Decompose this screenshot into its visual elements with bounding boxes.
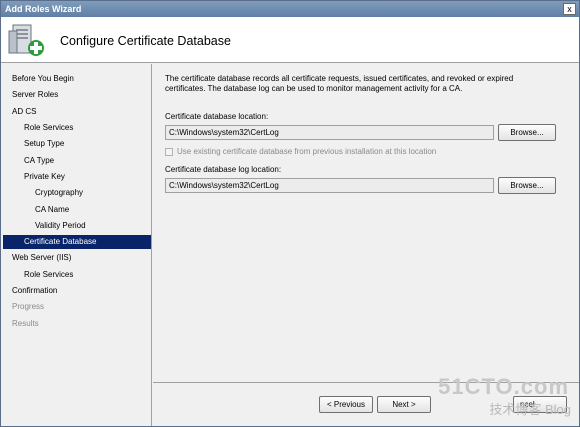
step-role-services[interactable]: Role Services (24, 121, 73, 135)
step-setup-type[interactable]: Setup Type (24, 137, 64, 151)
wizard-header: Configure Certificate Database (1, 17, 579, 63)
step-cryptography[interactable]: Cryptography (35, 186, 83, 200)
step-ca-type[interactable]: CA Type (24, 154, 54, 168)
db-location-field[interactable]: C:\Windows\system32\CertLog (165, 125, 494, 140)
window-title: Add Roles Wizard (5, 4, 82, 14)
close-button[interactable]: x (563, 3, 576, 15)
use-existing-db-checkbox (165, 148, 173, 156)
browse-log-location-button[interactable]: Browse... (498, 177, 556, 194)
step-iis-role-services[interactable]: Role Services (24, 268, 73, 282)
step-validity-period[interactable]: Validity Period (35, 219, 86, 233)
log-location-label: Certificate database log location: (165, 165, 282, 174)
title-bar: Add Roles Wizard x (1, 1, 579, 17)
step-certificate-database[interactable]: Certificate Database (3, 235, 151, 249)
previous-button[interactable]: < Previous (319, 396, 373, 413)
add-roles-wizard-window: Add Roles Wizard x Configure Certificate… (0, 0, 580, 427)
step-results: Results (12, 319, 39, 328)
server-role-add-icon (8, 24, 44, 56)
step-web-server-iis[interactable]: Web Server (IIS) (12, 251, 71, 265)
browse-db-location-button[interactable]: Browse... (498, 124, 556, 141)
next-button[interactable]: Next > (377, 396, 431, 413)
step-private-key[interactable]: Private Key (24, 170, 65, 184)
step-ad-cs[interactable]: AD CS (12, 105, 36, 119)
step-before-you-begin[interactable]: Before You Begin (12, 72, 74, 86)
watermark-blog-text: 技术博客 Blog (489, 402, 571, 417)
wizard-content: The certificate database records all cer… (153, 64, 579, 382)
db-location-label: Certificate database location: (165, 112, 269, 121)
wizard-step-list: Before You Begin Server Roles AD CS Role… (1, 64, 152, 426)
page-title: Configure Certificate Database (60, 34, 231, 48)
log-location-field[interactable]: C:\Windows\system32\CertLog (165, 178, 494, 193)
step-progress: Progress (12, 302, 45, 311)
step-ca-name[interactable]: CA Name (35, 203, 69, 217)
step-confirmation[interactable]: Confirmation (12, 284, 57, 298)
page-description: The certificate database records all cer… (165, 74, 514, 93)
watermark-logo: 51CTO.com (438, 374, 569, 399)
step-server-roles[interactable]: Server Roles (12, 88, 58, 102)
use-existing-db-label: Use existing certificate database from p… (177, 147, 437, 156)
